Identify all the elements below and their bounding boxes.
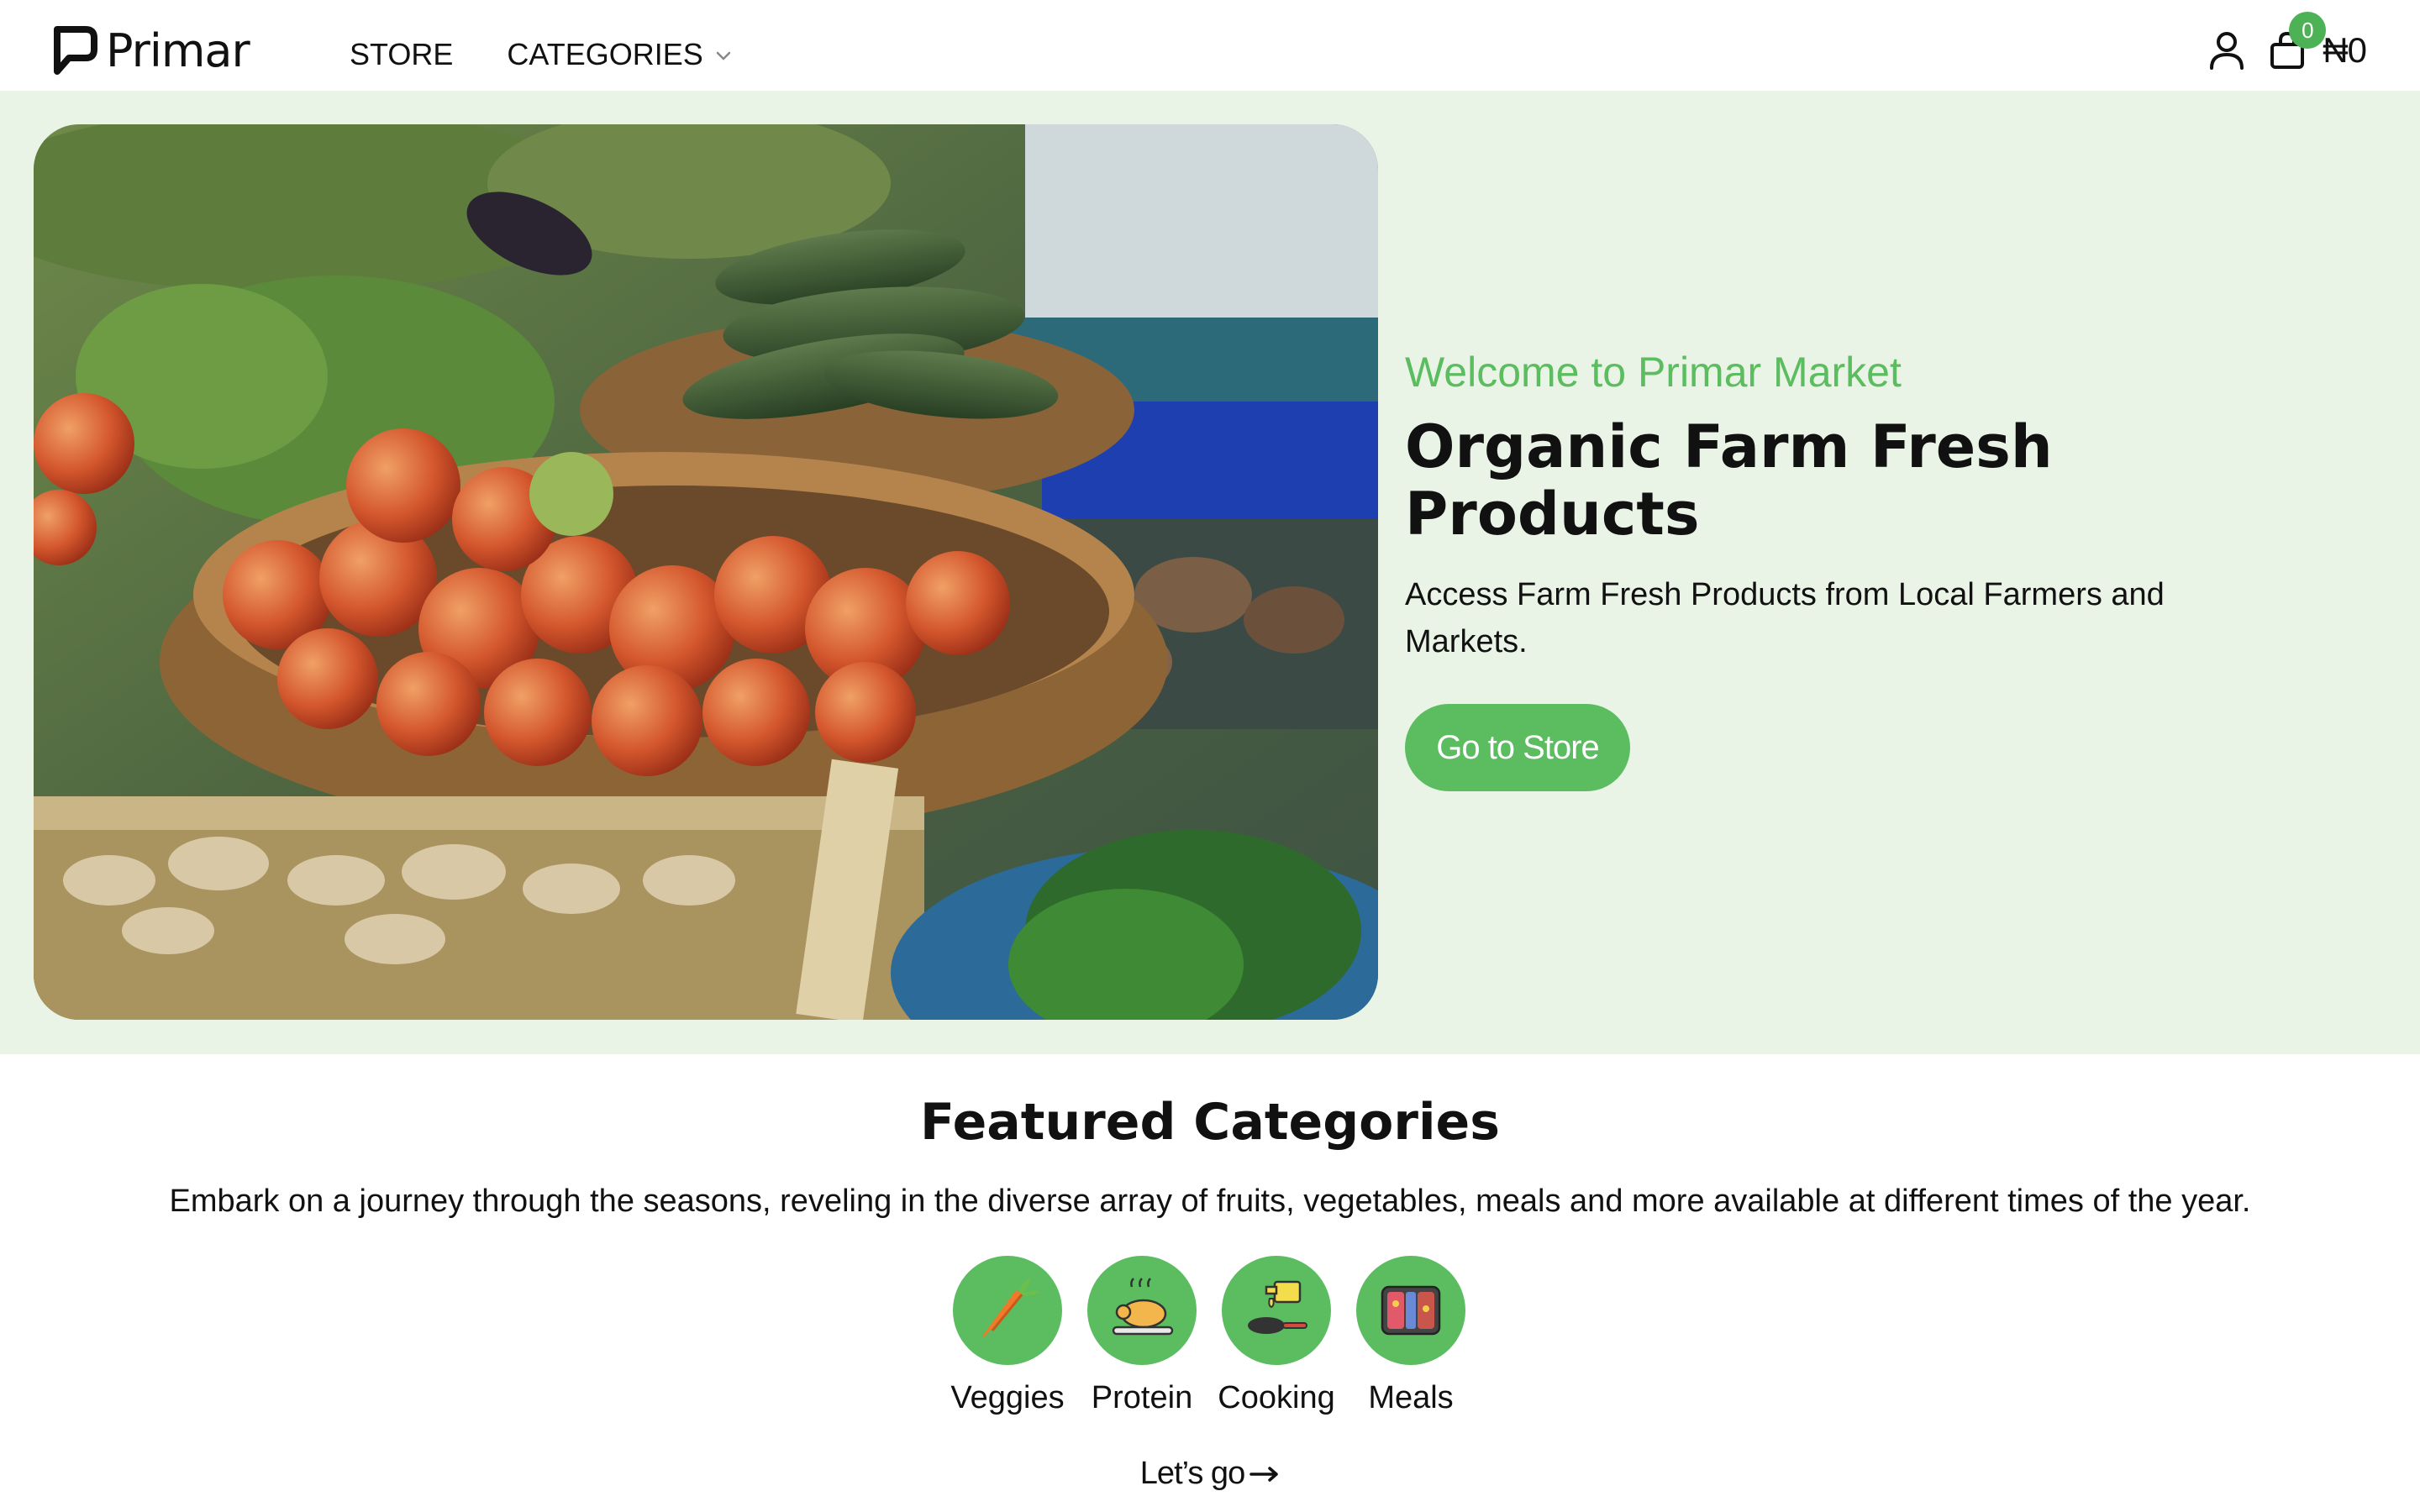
go-to-store-button[interactable]: Go to Store [1405, 704, 1630, 791]
category-cooking-label: Cooking [1218, 1380, 1335, 1415]
logo-mark-icon [54, 26, 97, 75]
category-meals[interactable]: Meals [1356, 1256, 1465, 1416]
featured-title: Featured Categories [920, 1093, 1500, 1152]
category-protein-label: Protein [1091, 1380, 1193, 1415]
lets-go-label: Let’s go [1139, 1456, 1245, 1491]
category-list: Veggies Protein Cooking Meals [950, 1256, 1465, 1416]
hero-section: Welcome to Primar Market Organic Farm Fr… [0, 91, 2420, 1054]
nav-categories-dropdown[interactable]: CATEGORIES [507, 37, 731, 72]
hero-image-produce-baskets [34, 124, 1378, 1020]
lets-go-link[interactable]: Let’s go [0, 1456, 2420, 1492]
brand-name: Primar [106, 24, 250, 77]
hero-welcome: Welcome to Primar Market [1405, 349, 1902, 396]
category-cooking[interactable]: Cooking [1218, 1256, 1335, 1416]
main-nav: STORE CATEGORIES [350, 37, 732, 72]
hero-description: Access Farm Fresh Products from Local Fa… [1405, 577, 2165, 659]
category-veggies-badge [953, 1256, 1062, 1365]
carrot-icon [982, 1278, 1039, 1337]
category-meals-badge [1356, 1256, 1465, 1365]
category-protein-badge [1087, 1256, 1197, 1365]
category-meals-label: Meals [1368, 1380, 1454, 1415]
chevron-down-icon [716, 51, 730, 60]
cart-button[interactable]: 0 [2267, 12, 2327, 72]
cooking-oil-pan-icon [1248, 1280, 1307, 1334]
nav-categories-label: CATEGORIES [507, 37, 703, 71]
brand-logo[interactable]: Primar [52, 24, 250, 77]
cart-total: ₦0 [2323, 30, 2367, 70]
meal-box-icon [1381, 1285, 1441, 1336]
roast-chicken-icon [1112, 1278, 1174, 1336]
hero-text-block: Welcome to Primar Market Organic Farm Fr… [1405, 348, 2245, 791]
user-icon [2210, 32, 2244, 70]
featured-description: Embark on a journey through the seasons,… [169, 1184, 2251, 1219]
featured-categories-section: Featured Categories Embark on a journey … [0, 1054, 2420, 1512]
arrow-right-icon [1249, 1466, 1278, 1482]
account-button[interactable] [2207, 29, 2247, 72]
site-header: Primar STORE CATEGORIES 0 ₦0 [0, 0, 2420, 91]
header-actions: 0 ₦0 [2207, 12, 2367, 77]
cart-count-badge: 0 [2289, 12, 2327, 49]
category-veggies-label: Veggies [950, 1380, 1065, 1415]
category-cooking-badge [1222, 1256, 1331, 1365]
category-protein[interactable]: Protein [1087, 1256, 1197, 1416]
category-veggies[interactable]: Veggies [950, 1256, 1065, 1416]
hero-title: Organic Farm Fresh Products [1405, 412, 2053, 549]
nav-store-link[interactable]: STORE [350, 37, 453, 72]
